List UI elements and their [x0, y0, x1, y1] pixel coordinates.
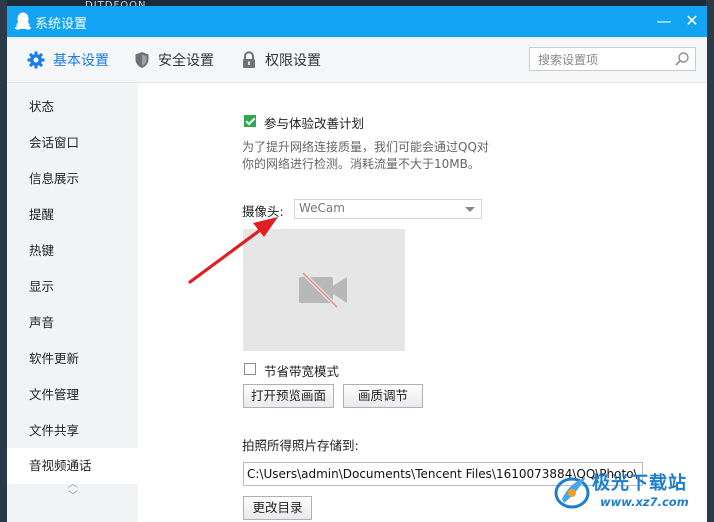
photo-save-label: 拍照所得照片存储到: — [242, 438, 359, 453]
window-title: 系统设置 — [35, 17, 88, 32]
open-preview-button[interactable]: 打开预览画面 — [243, 384, 334, 408]
camera-selected-value: WeCam — [299, 201, 345, 215]
sidebar-item-status[interactable]: 状态 — [7, 89, 138, 125]
experience-program-checkbox[interactable] — [244, 115, 256, 127]
shield-icon — [135, 51, 149, 68]
sidebar-item-hotkeys[interactable]: 热键 — [7, 233, 138, 269]
sidebar-item-display[interactable]: 显示 — [7, 269, 138, 305]
settings-sidebar: 状态 会话窗口 信息展示 提醒 热键 显示 声音 软件更新 文件管理 文件共享 … — [7, 83, 138, 522]
camera-select[interactable]: WeCam — [294, 199, 482, 219]
tab-basic-settings[interactable]: 基本设置 — [27, 37, 109, 82]
close-button[interactable]: ✕ — [683, 12, 701, 30]
quality-adjust-button[interactable]: 画质调节 — [343, 384, 423, 408]
settings-tab-bar: 基本设置 安全设置 权限设置 — [7, 37, 707, 83]
sidebar-item-software-update[interactable]: 软件更新 — [7, 341, 138, 377]
tab-permission-settings[interactable]: 权限设置 — [241, 37, 321, 82]
sidebar-item-info-display[interactable]: 信息展示 — [7, 161, 138, 197]
sidebar-item-reminder[interactable]: 提醒 — [7, 197, 138, 233]
settings-window: 系统设置 — ✕ 基本设置 安全设置 权限设置 搜索设置项 状态 会话窗口 信息… — [7, 6, 707, 522]
camera-off-icon — [299, 271, 347, 309]
tab-security-settings-label: 安全设置 — [158, 52, 214, 69]
content-scrollbar[interactable] — [699, 83, 707, 522]
change-directory-button[interactable]: 更改目录 — [243, 496, 312, 520]
sidebar-item-sound[interactable]: 声音 — [7, 305, 138, 341]
minimize-button[interactable]: — — [655, 12, 673, 30]
sidebar-scroll-arrows: ︿ ﹀ — [65, 479, 81, 503]
desktop-background-left — [0, 0, 7, 522]
photo-save-path-field[interactable] — [243, 462, 643, 486]
gear-icon — [27, 51, 45, 68]
experience-program-label[interactable]: 参与体验改善计划 — [264, 113, 364, 132]
settings-search — [529, 47, 696, 71]
camera-preview-area — [243, 229, 405, 351]
search-input[interactable] — [536, 50, 672, 70]
qq-penguin-icon — [15, 12, 31, 30]
desktop-background-right — [706, 0, 714, 522]
tab-permission-settings-label: 权限设置 — [265, 52, 321, 69]
bandwidth-saving-label[interactable]: 节省带宽模式 — [264, 361, 339, 380]
scroll-down-icon[interactable]: ﹀ — [65, 491, 81, 503]
experience-program-description: 为了提升网络连接质量，我们可能会通过QQ对 你的网络进行检测。消耗流量不大于10… — [242, 139, 542, 173]
bandwidth-saving-checkbox[interactable] — [244, 363, 256, 375]
title-bar: 系统设置 — ✕ — [7, 6, 707, 37]
camera-label: 摄像头: — [242, 204, 284, 219]
sidebar-item-chat-window[interactable]: 会话窗口 — [7, 125, 138, 161]
sidebar-item-file-sharing[interactable]: 文件共享 — [7, 413, 138, 449]
sidebar-item-file-management[interactable]: 文件管理 — [7, 377, 138, 413]
description-line-2: 你的网络进行检测。消耗流量不大于10MB。 — [242, 157, 480, 171]
lock-icon — [243, 50, 255, 68]
description-line-1: 为了提升网络连接质量，我们可能会通过QQ对 — [242, 140, 489, 154]
tab-basic-settings-label: 基本设置 — [53, 52, 109, 69]
scroll-up-icon[interactable]: ︿ — [65, 479, 81, 491]
chevron-down-icon — [465, 207, 475, 212]
search-icon[interactable] — [674, 51, 690, 67]
tab-security-settings[interactable]: 安全设置 — [134, 37, 214, 82]
settings-content: 参与体验改善计划 为了提升网络连接质量，我们可能会通过QQ对 你的网络进行检测。… — [138, 83, 707, 522]
